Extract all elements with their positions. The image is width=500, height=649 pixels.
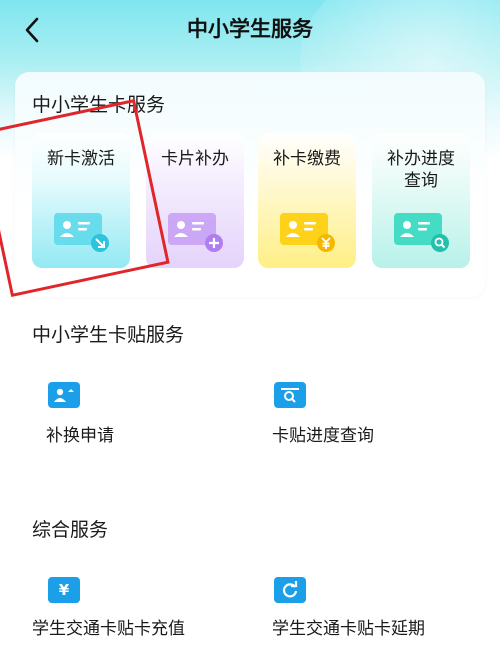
- student-card-extension-label: 学生交通卡贴卡延期: [272, 619, 425, 639]
- card-plus-icon: [168, 213, 223, 252]
- student-card-recharge-label: 学生交通卡贴卡充值: [32, 619, 185, 639]
- tile-card-reissue[interactable]: 卡片补办: [146, 133, 244, 268]
- yen-icon: ¥: [48, 577, 80, 603]
- subsidy-progress-query-button[interactable]: 卡贴进度查询: [272, 380, 472, 450]
- header: 中小学生服务: [0, 0, 500, 60]
- tile-new-card-activation[interactable]: 新卡激活: [32, 133, 130, 268]
- student-card-extension-button[interactable]: 学生交通卡贴卡延期: [272, 575, 492, 645]
- card-yen-icon: [280, 213, 335, 252]
- tile-reissue-progress-query[interactable]: 补办进度 查询: [372, 133, 470, 268]
- tile-reissue-payment[interactable]: 补卡缴费: [258, 133, 356, 268]
- search-card-icon: [274, 382, 306, 408]
- person-card-icon: [48, 382, 80, 408]
- general-section-title: 综合服务: [32, 519, 109, 541]
- reissue-application-button[interactable]: 补换申请: [32, 380, 232, 450]
- tile-label: 补卡缴费: [273, 149, 341, 169]
- subsidy-progress-query-label: 卡贴进度查询: [272, 426, 374, 446]
- card-arrow-icon: [54, 213, 109, 252]
- tile-label: 卡片补办: [161, 149, 229, 169]
- page-title: 中小学生服务: [187, 17, 313, 41]
- tile-label-line2: 查询: [404, 171, 438, 191]
- tile-label: 新卡激活: [47, 149, 115, 169]
- card-search-icon: [394, 213, 449, 252]
- student-card-recharge-button[interactable]: ¥ 学生交通卡贴卡充值: [32, 575, 252, 645]
- subsidy-section-title: 中小学生卡贴服务: [32, 324, 185, 346]
- refresh-icon: [274, 577, 306, 603]
- tile-label-line1: 补办进度: [387, 149, 455, 169]
- reissue-application-label: 补换申请: [46, 426, 114, 446]
- student-card-section-title: 中小学生卡服务: [32, 94, 166, 116]
